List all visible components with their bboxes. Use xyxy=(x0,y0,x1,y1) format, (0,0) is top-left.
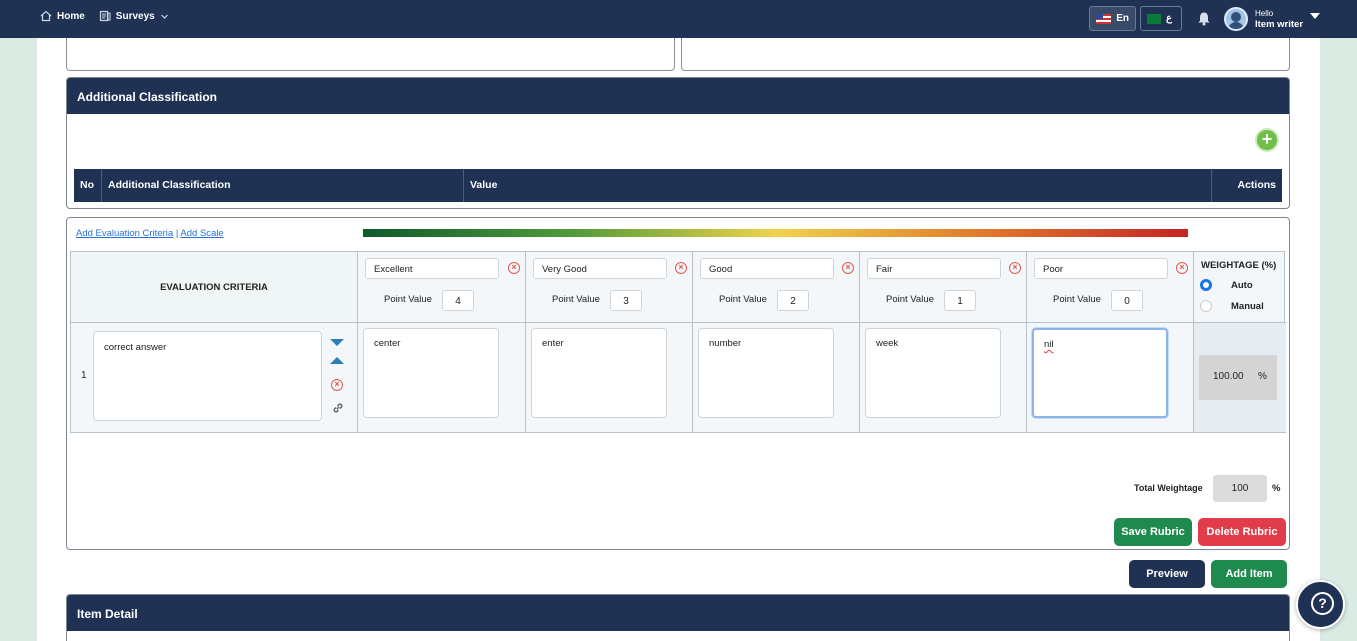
add-icon[interactable]: + xyxy=(1255,128,1279,152)
move-up-icon[interactable] xyxy=(330,357,344,364)
remove-icon[interactable]: × xyxy=(1176,262,1188,274)
preview-button[interactable]: Preview xyxy=(1129,560,1205,588)
lang-ar-label: ع xyxy=(1166,13,1172,24)
scale-header-excellent: Excellent × Point Value 4 xyxy=(358,252,526,323)
description-cell: enter xyxy=(526,323,693,433)
main-nav: Home Surveys xyxy=(40,10,177,22)
weightage-header: WEIGHTAGE (%) Auto Manual xyxy=(1194,252,1286,323)
lang-en-button[interactable]: En xyxy=(1089,6,1136,31)
user-menu-caret-icon[interactable] xyxy=(1310,13,1320,19)
help-icon[interactable] xyxy=(1296,580,1345,629)
scale-name-input[interactable]: Very Good xyxy=(533,258,667,279)
remove-icon[interactable]: × xyxy=(331,379,343,391)
save-rubric-button[interactable]: Save Rubric xyxy=(1114,518,1192,546)
add-item-button[interactable]: Add Item xyxy=(1211,560,1287,588)
remove-icon[interactable]: × xyxy=(508,262,520,274)
lang-en-label: En xyxy=(1116,13,1129,24)
delete-rubric-button[interactable]: Delete Rubric xyxy=(1198,518,1286,546)
bell-icon[interactable] xyxy=(1197,11,1211,26)
scale-header-poor: Poor × Point Value 0 xyxy=(1027,252,1194,323)
scale-name-input[interactable]: Excellent xyxy=(365,258,499,279)
weightage-auto-label: Auto xyxy=(1231,280,1253,291)
top-navbar: Home Surveys En ع Hello Item writer xyxy=(0,0,1357,38)
weightage-title: WEIGHTAGE (%) xyxy=(1201,260,1277,271)
point-value-input[interactable]: 3 xyxy=(610,290,642,311)
point-value-input[interactable]: 2 xyxy=(777,290,809,311)
move-down-icon[interactable] xyxy=(330,339,344,346)
description-textarea[interactable]: enter xyxy=(531,328,667,418)
item-detail-section: Item Detail xyxy=(66,594,1290,641)
point-value-input[interactable]: 1 xyxy=(944,290,976,311)
sa-flag-icon xyxy=(1147,13,1161,24)
scale-name-input[interactable]: Good xyxy=(700,258,834,279)
description-textarea[interactable]: center xyxy=(363,328,499,418)
scale-header-very-good: Very Good × Point Value 3 xyxy=(526,252,693,323)
point-value-input[interactable]: 4 xyxy=(442,290,474,311)
weightage-manual-label: Manual xyxy=(1231,301,1264,312)
additional-classification-title: Additional Classification xyxy=(67,78,1289,114)
description-cell: week xyxy=(860,323,1027,433)
col-no: No xyxy=(74,169,102,202)
criteria-textarea[interactable]: correct answer xyxy=(93,331,322,421)
nav-home-label: Home xyxy=(57,10,85,22)
surveys-icon xyxy=(99,10,111,22)
point-value-label: Point Value xyxy=(719,294,767,305)
row-number: 1 xyxy=(71,323,91,433)
criteria-cell: correct answer × xyxy=(91,323,358,433)
point-value-input[interactable]: 0 xyxy=(1111,290,1143,311)
avatar[interactable] xyxy=(1224,7,1248,31)
add-scale-link[interactable]: Add Scale xyxy=(180,228,223,239)
weightage-value-field: 100.00 % xyxy=(1199,355,1277,400)
weightage-manual-radio[interactable] xyxy=(1200,300,1212,312)
rubric-links: Add Evaluation Criteria | Add Scale xyxy=(76,228,224,239)
scale-header-good: Good × Point Value 2 xyxy=(693,252,860,323)
scale-name-input[interactable]: Fair xyxy=(867,258,1001,279)
point-value-label: Point Value xyxy=(552,294,600,305)
link-separator: | xyxy=(175,228,179,239)
rubric-grid: EVALUATION CRITERIA Excellent × Point Va… xyxy=(70,251,1286,433)
col-additional-classification: Additional Classification xyxy=(102,169,464,202)
total-weightage-field: 100 xyxy=(1213,475,1267,502)
classification-table-header: No Additional Classification Value Actio… xyxy=(74,169,1282,202)
home-icon xyxy=(40,10,52,22)
item-detail-title: Item Detail xyxy=(67,595,1289,631)
description-cell: number xyxy=(693,323,860,433)
evaluation-criteria-header: EVALUATION CRITERIA xyxy=(71,252,358,323)
previous-box-right xyxy=(681,38,1290,71)
nav-home[interactable]: Home xyxy=(40,10,85,22)
user-greeting[interactable]: Hello Item writer xyxy=(1255,8,1303,30)
remove-icon[interactable]: × xyxy=(675,262,687,274)
col-value: Value xyxy=(464,169,1212,202)
scale-name-input[interactable]: Poor xyxy=(1034,258,1168,279)
remove-icon[interactable]: × xyxy=(1009,262,1021,274)
weightage-value: 100.00 xyxy=(1213,371,1244,382)
point-value-label: Point Value xyxy=(886,294,934,305)
total-weightage-unit: % xyxy=(1272,483,1281,494)
user-name: Item writer xyxy=(1255,19,1304,30)
total-weightage-label: Total Weightage xyxy=(1134,483,1203,493)
description-cell: center xyxy=(358,323,526,433)
remove-icon[interactable]: × xyxy=(842,262,854,274)
point-value-label: Point Value xyxy=(384,294,432,305)
scale-gradient-bar xyxy=(363,229,1188,237)
description-cell: nil xyxy=(1027,323,1194,433)
description-textarea[interactable]: week xyxy=(865,328,1001,418)
point-value-label: Point Value xyxy=(1053,294,1101,305)
scale-header-fair: Fair × Point Value 1 xyxy=(860,252,1027,323)
previous-box-left xyxy=(66,38,675,71)
us-flag-icon xyxy=(1096,13,1112,24)
description-textarea-focused[interactable]: nil xyxy=(1032,328,1168,418)
weightage-unit: % xyxy=(1258,371,1267,382)
nav-surveys-label: Surveys xyxy=(115,10,155,22)
lang-ar-button[interactable]: ع xyxy=(1140,6,1182,31)
add-evaluation-criteria-link[interactable]: Add Evaluation Criteria xyxy=(76,228,173,239)
chevron-down-icon xyxy=(160,14,168,19)
nav-surveys[interactable]: Surveys xyxy=(99,10,169,22)
weightage-auto-radio[interactable] xyxy=(1200,279,1212,291)
greeting-text: Hello xyxy=(1255,9,1274,18)
weightage-cell: 100.00 % xyxy=(1194,323,1286,433)
link-icon[interactable] xyxy=(331,401,345,415)
description-textarea[interactable]: number xyxy=(698,328,834,418)
col-actions: Actions xyxy=(1237,179,1276,191)
